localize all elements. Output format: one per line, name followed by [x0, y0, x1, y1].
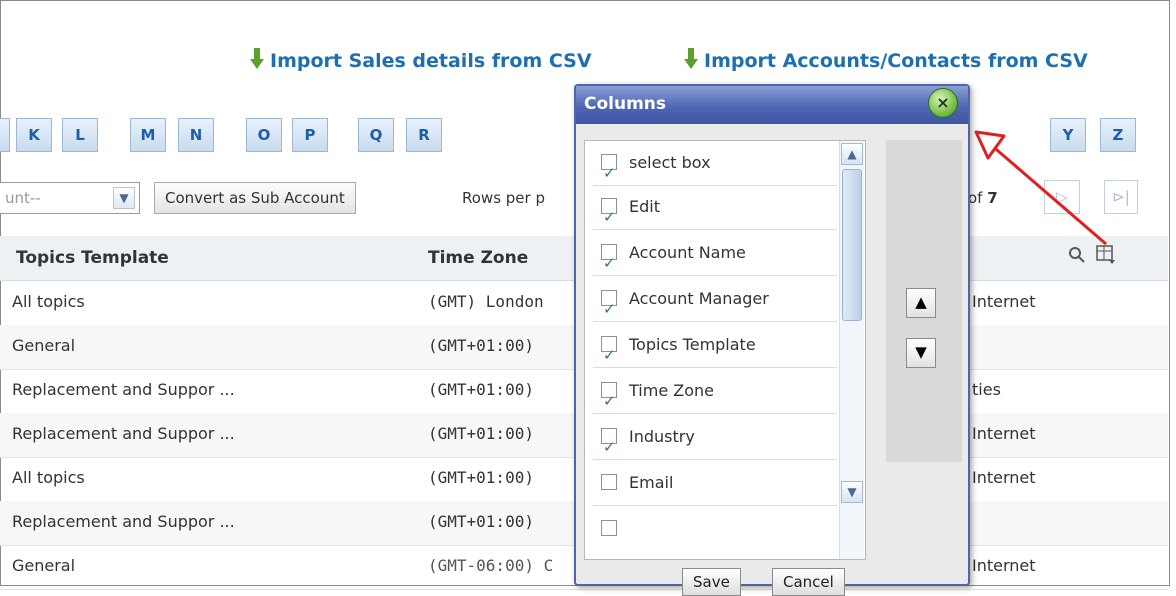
scroll-thumb[interactable] — [842, 169, 862, 321]
import-accounts-label: Import Accounts/Contacts from CSV — [704, 50, 1088, 72]
move-down-icon[interactable]: ▼ — [906, 338, 936, 368]
cell-extra: ties — [972, 380, 1001, 399]
column-option[interactable]: ✓ Topics Template — [593, 323, 837, 368]
column-option-label: Email — [629, 473, 674, 492]
cell-topics: General — [12, 556, 76, 575]
column-option-label: Account Name — [629, 243, 746, 262]
import-sales-label: Import Sales details from CSV — [270, 50, 592, 72]
letter-k[interactable]: K — [16, 118, 52, 152]
cell-timezone: (GMT+01:00) — [428, 424, 534, 443]
cell-timezone: (GMT+01:00) — [428, 512, 534, 531]
letter-o[interactable]: O — [246, 118, 282, 152]
columns-scrollbar[interactable]: ▲ ▼ — [839, 141, 864, 559]
column-option-label: Edit — [629, 197, 660, 216]
cell-topics: General — [12, 336, 76, 355]
annotation-arrow — [974, 130, 1107, 246]
column-option[interactable]: ✓ Account Name — [593, 231, 837, 276]
checkbox[interactable]: ✓ — [601, 382, 617, 410]
column-option[interactable]: ✓ Time Zone — [593, 369, 837, 414]
letter-r[interactable]: R — [406, 118, 442, 152]
cell-topics: All topics — [12, 292, 85, 311]
account-select-value: unt-- — [5, 189, 41, 207]
checkbox[interactable] — [601, 474, 617, 490]
cell-timezone: (GMT) London — [428, 292, 544, 311]
letter-q[interactable]: Q — [358, 118, 394, 152]
cell-topics: Replacement and Suppor ... — [12, 512, 235, 531]
move-up-icon[interactable]: ▲ — [906, 288, 936, 318]
chevron-up-icon[interactable]: ▲ — [841, 143, 863, 165]
column-option[interactable]: ✓ select box — [593, 141, 837, 186]
chevron-down-icon[interactable]: ▼ — [841, 481, 863, 503]
column-option-label: Account Manager — [629, 289, 769, 308]
cell-timezone: (GMT-06:00) C — [428, 556, 554, 575]
cell-timezone: (GMT+01:00) — [428, 380, 534, 399]
checkbox[interactable]: ✓ — [601, 428, 617, 456]
letter-n[interactable]: N — [178, 118, 214, 152]
column-option-label: Time Zone — [629, 381, 714, 400]
chevron-down-icon[interactable]: ▼ — [113, 187, 135, 209]
column-option[interactable]: ✓ Account Manager — [593, 277, 837, 322]
download-arrow-icon — [684, 48, 698, 69]
cell-extra: Internet — [972, 556, 1036, 575]
cell-topics: Replacement and Suppor ... — [12, 380, 235, 399]
cell-extra: Internet — [972, 424, 1036, 443]
header-topics-template[interactable]: Topics Template — [16, 248, 169, 268]
letter-partial[interactable] — [0, 118, 10, 152]
columns-dialog-title: Columns — [576, 86, 968, 124]
checkbox[interactable]: ✓ — [601, 244, 617, 272]
download-arrow-icon — [250, 48, 264, 69]
checkbox[interactable]: ✓ — [601, 198, 617, 226]
import-sales-link[interactable]: Import Sales details from CSV — [250, 48, 592, 72]
letter-l[interactable]: L — [62, 118, 98, 152]
cell-extra: Internet — [972, 292, 1036, 311]
letter-m[interactable]: M — [130, 118, 166, 152]
reorder-panel: ▲ ▼ — [886, 140, 962, 462]
rows-per-page-label: Rows per p — [462, 189, 545, 207]
header-time-zone[interactable]: Time Zone — [428, 248, 528, 268]
checkbox[interactable]: ✓ — [601, 336, 617, 364]
checkbox[interactable]: ✓ — [601, 154, 617, 182]
checkbox[interactable]: ✓ — [601, 290, 617, 318]
column-option-partial[interactable] — [593, 507, 837, 551]
convert-sub-account-button[interactable]: Convert as Sub Account — [154, 182, 356, 214]
columns-dialog: Columns × ✓ select box ✓ Edit ✓ Account Nam… — [574, 84, 970, 596]
column-option[interactable]: Email — [593, 461, 837, 506]
cell-topics: All topics — [12, 468, 85, 487]
cell-timezone: (GMT+01:00) — [428, 468, 534, 487]
cell-extra: Internet — [972, 468, 1036, 487]
columns-list: ✓ select box ✓ Edit ✓ Account Name ✓ Account… — [584, 140, 866, 560]
checkbox[interactable] — [601, 520, 617, 536]
close-icon[interactable]: × — [928, 88, 958, 118]
letter-p[interactable]: P — [292, 118, 328, 152]
cell-topics: Replacement and Suppor ... — [12, 424, 235, 443]
column-option-label: Industry — [629, 427, 695, 446]
column-option[interactable]: ✓ Edit — [593, 185, 837, 230]
import-accounts-link[interactable]: Import Accounts/Contacts from CSV — [684, 48, 1088, 72]
column-option-label: Topics Template — [629, 335, 756, 354]
cell-timezone: (GMT+01:00) — [428, 336, 534, 355]
column-option-label: select box — [629, 153, 711, 172]
account-select[interactable]: unt-- ▼ — [0, 182, 140, 214]
column-option[interactable]: ✓ Industry — [593, 415, 837, 460]
